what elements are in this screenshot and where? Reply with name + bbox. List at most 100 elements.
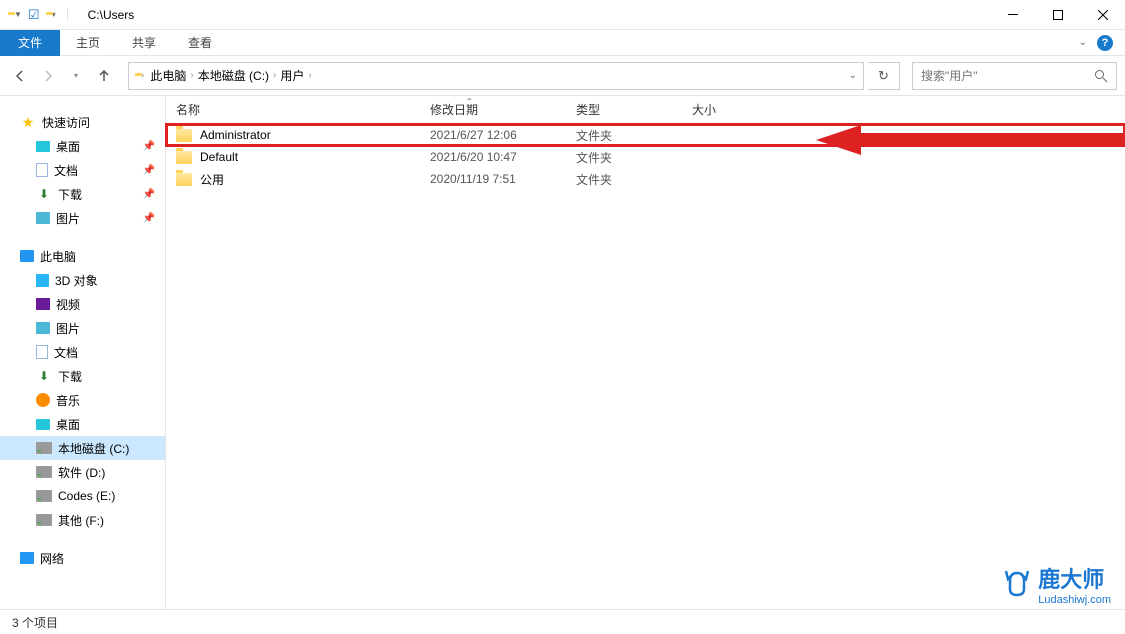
address-dropdown-icon[interactable]: ⌄ [849, 70, 857, 81]
cube-icon [36, 274, 49, 287]
network-icon [20, 552, 34, 564]
document-icon [36, 345, 48, 359]
sidebar-desktop2[interactable]: 桌面 [0, 412, 165, 436]
sidebar-documents2[interactable]: 文档 [0, 340, 165, 364]
file-list: Administrator 2021/6/27 12:06 文件夹 Defaul… [166, 124, 1125, 190]
sidebar-label: 网络 [40, 550, 64, 567]
picture-icon [36, 322, 50, 334]
crumb-folder[interactable]: 用户 [280, 67, 304, 84]
window-title: C:\Users [80, 8, 135, 22]
forward-button[interactable] [36, 64, 60, 88]
desktop-icon [36, 419, 50, 430]
minimize-button[interactable] [990, 0, 1035, 30]
quick-dropdown-icon[interactable]: ▼ [14, 10, 22, 19]
close-button[interactable] [1080, 0, 1125, 30]
watermark-text: 鹿大师 [1038, 562, 1111, 594]
drive-icon [36, 514, 52, 526]
folder-icon [176, 129, 192, 142]
pin-icon: 📌 [143, 189, 155, 200]
close-icon [1098, 10, 1108, 20]
sidebar-drive-c[interactable]: 本地磁盘 (C:) [0, 436, 165, 460]
file-row[interactable]: 公用 2020/11/19 7:51 文件夹 [166, 168, 1125, 190]
document-icon [36, 163, 48, 177]
minimize-icon [1008, 14, 1018, 15]
maximize-button[interactable] [1035, 0, 1080, 30]
crumb-pc[interactable]: 此电脑 [150, 67, 186, 84]
pin-icon: 📌 [143, 141, 155, 152]
view-menu[interactable]: 查看 [172, 30, 228, 56]
sidebar-thispc-header[interactable]: 此电脑 [0, 244, 165, 268]
sidebar-pictures2[interactable]: 图片 [0, 316, 165, 340]
pin-icon: 📌 [143, 213, 155, 224]
search-input[interactable] [921, 69, 1094, 83]
sort-indicator-icon: ⌃ [466, 97, 473, 106]
recent-dropdown[interactable]: ▾ [64, 64, 88, 88]
quick-checkbox-icon[interactable]: ☑ [28, 7, 40, 23]
search-icon [1094, 69, 1108, 83]
sidebar: ★ 快速访问 桌面📌 文档📌 ⬇下载📌 图片📌 此电脑 3D 对象 视频 图片 … [0, 96, 166, 609]
sidebar-documents[interactable]: 文档📌 [0, 158, 165, 182]
sidebar-desktop[interactable]: 桌面📌 [0, 134, 165, 158]
sidebar-music[interactable]: 音乐 [0, 388, 165, 412]
picture-icon [36, 212, 50, 224]
arrow-up-icon [96, 68, 112, 84]
nav-bar: ▾ › 此电脑 › 本地磁盘 (C:) › 用户 › ⌄ ↻ [0, 56, 1125, 96]
sidebar-quickaccess-header[interactable]: ★ 快速访问 [0, 110, 165, 134]
crumb-drive[interactable]: 本地磁盘 (C:) [198, 67, 269, 84]
breadcrumb: 此电脑 › 本地磁盘 (C:) › 用户 › [150, 67, 311, 84]
download-icon: ⬇ [36, 186, 52, 202]
folder-icon [176, 151, 192, 164]
sidebar-video[interactable]: 视频 [0, 292, 165, 316]
sidebar-drive-e[interactable]: Codes (E:) [0, 484, 165, 508]
file-row[interactable]: Default 2021/6/20 10:47 文件夹 [166, 146, 1125, 168]
status-text: 3 个项目 [12, 614, 58, 631]
title-bar: ▼ ☑ ▾ ｜ C:\Users [0, 0, 1125, 30]
address-bar[interactable]: › 此电脑 › 本地磁盘 (C:) › 用户 › ⌄ [128, 62, 864, 90]
column-headers: 名称 修改日期 类型 大小 [166, 96, 1125, 124]
home-menu[interactable]: 主页 [60, 30, 116, 56]
maximize-icon [1053, 10, 1063, 20]
chevron-right-icon: › [308, 70, 311, 81]
arrow-right-icon [40, 68, 56, 84]
sidebar-downloads[interactable]: ⬇下载📌 [0, 182, 165, 206]
sidebar-pictures[interactable]: 图片📌 [0, 206, 165, 230]
refresh-button[interactable]: ↻ [868, 62, 900, 90]
sidebar-3d[interactable]: 3D 对象 [0, 268, 165, 292]
music-icon [36, 393, 50, 407]
star-icon: ★ [20, 114, 36, 130]
drive-icon [36, 490, 52, 502]
sidebar-drive-f[interactable]: 其他 (F:) [0, 508, 165, 532]
help-icon[interactable]: ? [1097, 35, 1113, 51]
up-button[interactable] [92, 64, 116, 88]
video-icon [36, 298, 50, 310]
back-button[interactable] [8, 64, 32, 88]
folder-icon [176, 173, 192, 186]
status-bar: 3 个项目 [0, 609, 1125, 634]
column-size[interactable]: 大小 [692, 101, 792, 118]
drive-icon [36, 442, 52, 454]
desktop-icon [36, 141, 50, 152]
share-menu[interactable]: 共享 [116, 30, 172, 56]
file-menu[interactable]: 文件 [0, 30, 60, 56]
expand-ribbon-icon[interactable]: ⌄ [1079, 37, 1087, 48]
sidebar-label: 快速访问 [42, 114, 90, 131]
watermark-url: Ludashiwj.com [1038, 594, 1111, 606]
menu-bar: 文件 主页 共享 查看 ⌄ ? [0, 30, 1125, 56]
column-type[interactable]: 类型 [576, 101, 692, 118]
sidebar-label: 此电脑 [40, 248, 76, 265]
sidebar-downloads2[interactable]: ⬇下载 [0, 364, 165, 388]
chevron-right-icon: › [141, 70, 144, 81]
file-row[interactable]: Administrator 2021/6/27 12:06 文件夹 [166, 124, 1125, 146]
download-icon: ⬇ [36, 368, 52, 384]
sidebar-network-header[interactable]: 网络 [0, 546, 165, 570]
chevron-right-icon: › [273, 70, 276, 81]
sidebar-drive-d[interactable]: 软件 (D:) [0, 460, 165, 484]
column-name[interactable]: 名称 [176, 101, 430, 118]
column-date[interactable]: 修改日期 [430, 101, 576, 118]
watermark: 鹿大师 Ludashiwj.com [1000, 562, 1111, 606]
chevron-right-icon: › [190, 70, 193, 81]
pin-icon: 📌 [143, 165, 155, 176]
deer-logo-icon [1000, 567, 1034, 601]
search-box[interactable] [912, 62, 1117, 90]
content-pane: ⌃ 名称 修改日期 类型 大小 Administrator 2021/6/27 … [166, 96, 1125, 609]
